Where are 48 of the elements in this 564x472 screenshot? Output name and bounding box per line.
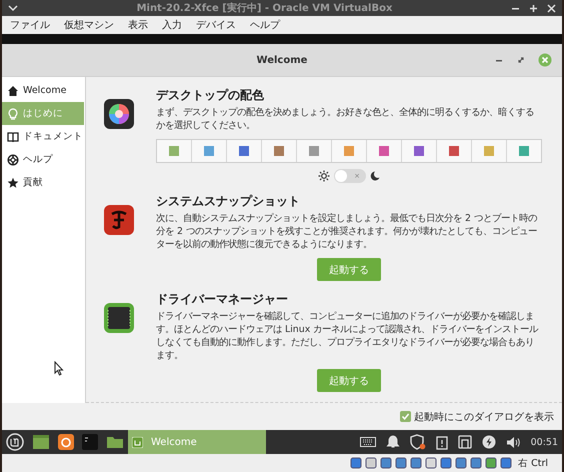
- restore-icon[interactable]: [516, 55, 526, 65]
- book-icon: [7, 130, 19, 142]
- host-key-label: 右 Ctrl: [518, 456, 548, 470]
- section-title: ドライバーマネージャー: [156, 291, 289, 308]
- sidebar-item[interactable]: ドキュメント: [2, 125, 84, 148]
- snapshot-app-icon: [104, 205, 134, 235]
- maximize-icon[interactable]: [529, 4, 538, 12]
- clipboard-icon[interactable]: [436, 434, 448, 450]
- volume-icon[interactable]: [506, 436, 521, 448]
- home-icon: [7, 84, 19, 96]
- mouse-pointer-icon: [54, 361, 64, 376]
- bell-icon[interactable]: [386, 435, 400, 449]
- window-title: Mint-20.2-Xfce [実行中] - Oracle VM VirtualBox: [136, 1, 394, 15]
- window-icon[interactable]: [32, 434, 50, 450]
- menu-item[interactable]: デバイス: [196, 18, 236, 32]
- chevron-icon[interactable]: [8, 4, 18, 12]
- menu-item[interactable]: 仮想マシン: [64, 18, 114, 32]
- browser-icon[interactable]: [58, 434, 74, 450]
- folder-icon[interactable]: [106, 435, 124, 449]
- menu-item[interactable]: ファイル: [10, 18, 50, 32]
- power-icon[interactable]: [482, 435, 496, 449]
- color-palette-icon: [104, 99, 134, 129]
- keyboard-icon[interactable]: [360, 437, 376, 447]
- section-title: システムスナップショット: [156, 193, 301, 210]
- section-title: デスクトップの配色: [156, 87, 265, 104]
- shield-icon[interactable]: [410, 434, 426, 450]
- clock: 00:51: [530, 436, 558, 448]
- menu-item[interactable]: 表示: [128, 18, 148, 32]
- checkbox-icon[interactable]: [400, 411, 411, 422]
- star-icon: [7, 176, 19, 188]
- chip-icon: [104, 303, 134, 333]
- window-title: Welcome: [256, 54, 308, 66]
- lifebuoy-icon: [7, 154, 19, 166]
- sun-icon: [318, 170, 330, 182]
- section-description: 次に、自動システムスナップショットを設定しましょう。最低でも日次分を 2 つとブート時の分を 2 つのスナップショットを残すことが推奨されます。何かが壊れたとしても、コンピューターを以前の動作状態に復元できるようになります。: [156, 212, 538, 251]
- section-description: ドライバーマネージャーを確認して、コンピューターに追加のドライバーが必要かを確認します。ほとんどのハードウェアは Linux カーネルによって認識され、ドライバーをインストールしなくても自動的に動作します。ただし、プロプライエタリなドライバーが必要な場合もあります。: [156, 310, 540, 362]
- mint-menu-icon[interactable]: [6, 433, 24, 451]
- sidebar-item[interactable]: 貢献: [2, 171, 84, 194]
- sidebar-item[interactable]: Welcome: [2, 79, 84, 102]
- lightbulb-icon: [7, 108, 19, 120]
- checkbox[interactable]: 起動時にこのダイアログを表示: [400, 410, 554, 424]
- close-icon[interactable]: [547, 4, 556, 12]
- app-icon: [132, 436, 143, 448]
- menu-item[interactable]: ヘルプ: [250, 18, 280, 32]
- moon-icon: [370, 171, 380, 181]
- section-description: まず、デスクトップの配色を決めましょう。お好きな色と、全体的に明るくするか、暗くするかを選択してください。: [156, 106, 535, 132]
- sidebar-item[interactable]: ヘルプ: [2, 148, 84, 171]
- menu-item[interactable]: 入力: [162, 18, 182, 32]
